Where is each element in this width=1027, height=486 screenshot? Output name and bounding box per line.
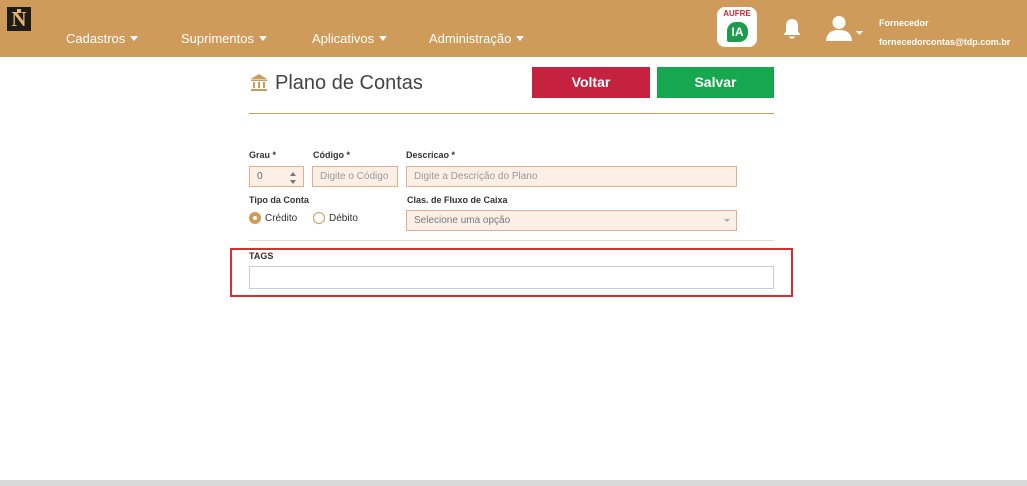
aufre-ia-button[interactable]: AUFRE IA xyxy=(717,7,757,47)
ia-badge-icon: IA xyxy=(727,22,748,42)
chevron-down-icon xyxy=(724,219,730,222)
bank-icon xyxy=(251,74,267,91)
logo-dot xyxy=(17,9,21,13)
stepper-arrows-icon[interactable] xyxy=(289,171,297,185)
menu-suprimentos-label: Suprimentos xyxy=(181,31,254,46)
chevron-down-icon xyxy=(379,36,388,41)
radio-credito[interactable] xyxy=(249,212,261,224)
menu-cadastros[interactable]: Cadastros xyxy=(66,31,139,46)
save-button[interactable]: Salvar xyxy=(657,67,774,98)
fluxo-caixa-label: Clas. de Fluxo de Caixa xyxy=(407,195,508,205)
page-title: Plano de Contas xyxy=(275,72,423,94)
fluxo-caixa-selected: Selecione uma opção xyxy=(414,215,511,226)
grau-value: 0 xyxy=(257,171,263,182)
menu-suprimentos[interactable]: Suprimentos xyxy=(181,31,267,46)
descricao-input[interactable]: Digite a Descrição do Plano xyxy=(406,166,737,187)
radio-debito[interactable] xyxy=(313,212,325,224)
aufre-label: AUFRE xyxy=(723,9,751,18)
header-divider xyxy=(249,113,774,114)
top-navbar: N Cadastros Suprimentos Aplicativos Admi… xyxy=(0,0,1027,57)
grau-label: Grau * xyxy=(249,150,277,160)
menu-aplicativos-label: Aplicativos xyxy=(312,31,375,46)
codigo-placeholder: Digite o Código xyxy=(320,171,389,182)
user-email: fornecedorcontas@tdp.com.br xyxy=(879,37,1011,47)
menu-administracao[interactable]: Administração xyxy=(429,31,525,46)
menu-administracao-label: Administração xyxy=(429,31,512,46)
user-name: Fornecedor xyxy=(879,18,929,28)
fluxo-caixa-select[interactable]: Selecione uma opção xyxy=(406,210,737,231)
chevron-down-icon xyxy=(258,36,267,41)
tipo-conta-label: Tipo da Conta xyxy=(249,195,309,205)
menu-cadastros-label: Cadastros xyxy=(66,31,126,46)
section-divider xyxy=(249,240,774,241)
chevron-down-icon xyxy=(130,36,139,41)
codigo-input[interactable]: Digite o Código xyxy=(312,166,398,187)
radio-debito-label[interactable]: Débito xyxy=(329,213,358,224)
back-button[interactable]: Voltar xyxy=(532,67,650,98)
tags-input[interactable] xyxy=(249,266,774,289)
descricao-label: Descricao * xyxy=(406,150,456,160)
radio-credito-label[interactable]: Crédito xyxy=(265,213,297,224)
bell-icon[interactable] xyxy=(782,17,802,41)
chevron-down-icon xyxy=(516,36,525,41)
bottom-scrollbar xyxy=(0,480,1027,486)
descricao-placeholder: Digite a Descrição do Plano xyxy=(414,171,538,182)
tags-label: TAGS xyxy=(249,251,274,261)
menu-aplicativos[interactable]: Aplicativos xyxy=(312,31,388,46)
codigo-label: Código * xyxy=(313,150,350,160)
app-logo[interactable]: N xyxy=(7,7,31,31)
user-avatar-icon[interactable] xyxy=(826,15,864,41)
